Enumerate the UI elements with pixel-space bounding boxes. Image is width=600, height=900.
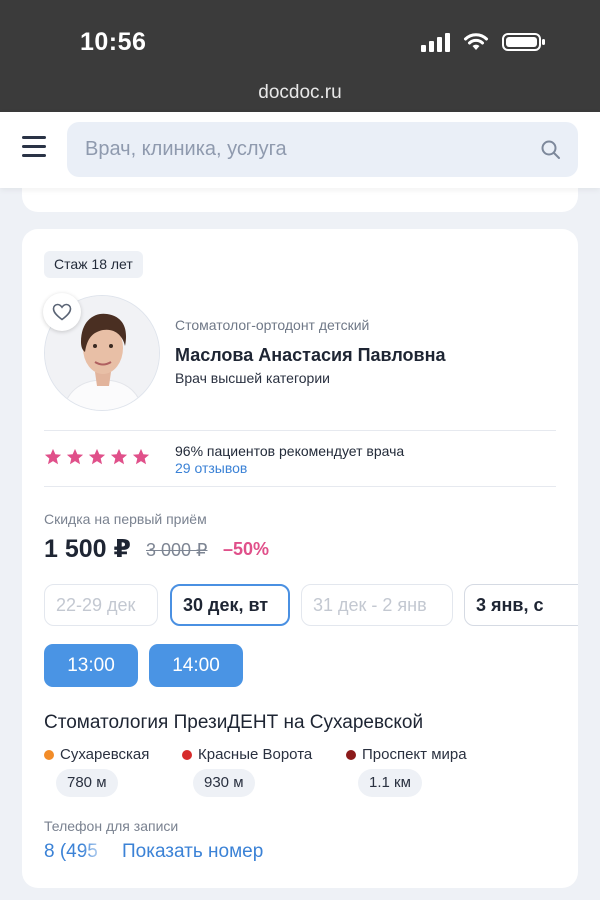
wifi-icon <box>464 33 488 50</box>
discount-percent: –50% <box>223 539 270 559</box>
phone-label: Телефон для записи <box>44 818 179 834</box>
status-icons <box>421 32 546 52</box>
star-icon <box>88 448 106 465</box>
metro-distance: 1.1 км <box>358 769 422 797</box>
battery-icon <box>502 33 545 51</box>
metro-station: Сухаревская <box>44 746 149 763</box>
metro-name: Красные Ворота <box>198 746 313 763</box>
time-slot-button[interactable]: 14:00 <box>149 644 243 687</box>
star-icon <box>66 448 84 465</box>
heart-icon <box>52 303 72 321</box>
date-picker: 22-29 дек 30 дек, вт 31 дек - 2 янв 3 ян… <box>44 584 578 628</box>
date-chip-label: 3 янв, с <box>476 595 544 615</box>
old-price: 3 000 ₽ <box>146 540 208 560</box>
doctor-category: Врач высшей категории <box>175 370 330 386</box>
metro-station: Красные Ворота <box>182 746 312 763</box>
doctor-card: Стаж 18 лет Стоматолог-ортодонт детский … <box>22 229 578 888</box>
search-icon[interactable] <box>540 139 562 161</box>
date-chip-selected[interactable]: 30 дек, вт <box>170 584 290 626</box>
doctor-specialty: Стоматолог-ортодонт детский <box>175 317 370 333</box>
metro-line-dot <box>346 749 356 760</box>
date-chip[interactable]: 22-29 дек <box>44 584 158 626</box>
star-icon <box>110 448 128 465</box>
metro-line-dot <box>44 749 54 760</box>
divider <box>44 430 556 431</box>
reviews-link[interactable]: 29 отзывов <box>175 460 247 476</box>
favorite-button[interactable] <box>43 293 81 331</box>
metro-station: Проспект мира <box>346 746 467 763</box>
metro-name: Сухаревская <box>60 746 150 763</box>
discount-label: Скидка на первый приём <box>44 511 207 527</box>
rating-stars <box>44 448 150 466</box>
status-time: 10:56 <box>80 28 147 56</box>
clinic-name[interactable]: Стоматология ПрезиДЕНТ на Сухаревской <box>44 712 423 734</box>
star-icon <box>44 448 62 465</box>
date-chip[interactable]: 31 дек - 2 янв <box>301 584 453 626</box>
recommend-text: 96% пациентов рекомендует врача <box>175 443 405 459</box>
time-slot-button[interactable]: 13:00 <box>44 644 138 687</box>
metro-distance: 930 м <box>193 769 255 797</box>
date-chip-label: 30 дек, вт <box>183 595 269 615</box>
time-slots: 13:00 14:00 <box>44 644 243 687</box>
experience-badge: Стаж 18 лет <box>44 251 143 278</box>
search-placeholder: Врач, клиника, услуга <box>85 138 287 160</box>
browser-url[interactable]: docdoc.ru <box>0 82 600 104</box>
metro-name: Проспект мира <box>362 746 467 763</box>
phone-fade <box>82 839 108 865</box>
metro-distance: 780 м <box>56 769 118 797</box>
menu-icon[interactable] <box>22 136 46 158</box>
status-bar: 10:56 docdoc.ru <box>0 0 600 112</box>
doctor-name[interactable]: Маслова Анастасия Павловна <box>175 345 445 366</box>
divider <box>44 486 556 487</box>
search-header: Врач, клиника, услуга <box>0 112 600 188</box>
star-icon <box>132 448 150 465</box>
metro-line-dot <box>182 749 192 760</box>
price: 1 500 ₽ <box>44 535 131 563</box>
show-number-link[interactable]: Показать номер <box>122 841 263 863</box>
search-input[interactable]: Врач, клиника, услуга <box>67 122 578 177</box>
cellular-signal-icon <box>421 32 450 52</box>
date-chip[interactable]: 3 янв, с <box>464 584 578 626</box>
